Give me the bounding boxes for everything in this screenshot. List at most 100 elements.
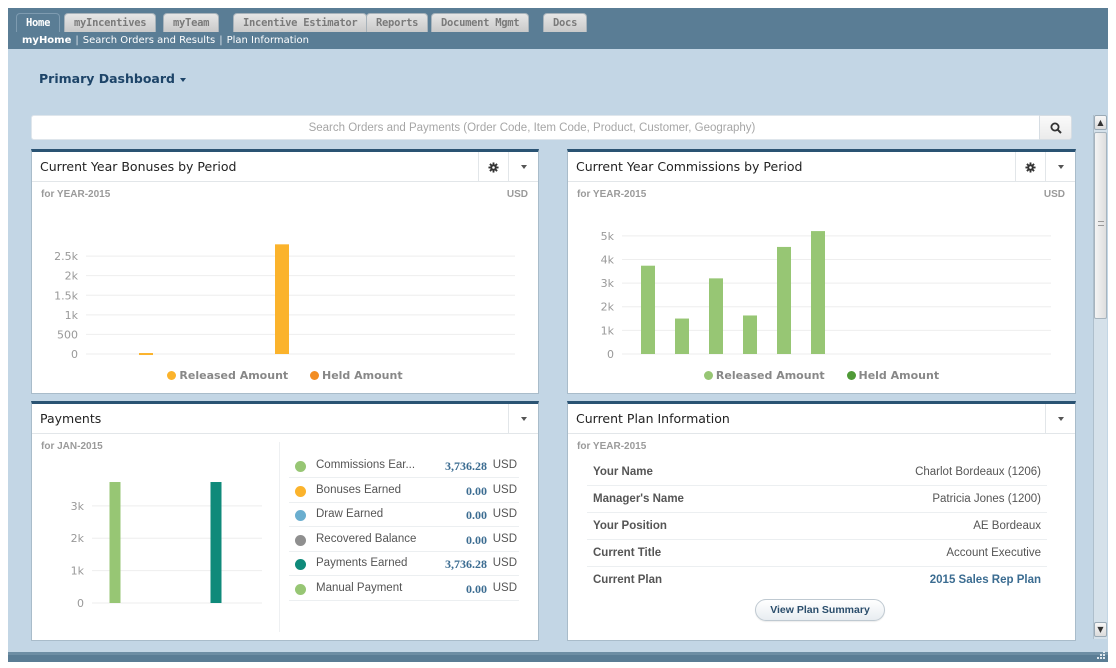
payment-label: Recovered Balance	[316, 532, 417, 545]
view-plan-summary-button[interactable]: View Plan Summary	[755, 599, 885, 621]
bar	[109, 482, 121, 603]
payment-row: Manual Payment 0.00 USD	[289, 577, 519, 601]
dashboard-title: Primary Dashboard	[39, 71, 175, 86]
bonuses-chart: 0 500 1k 1.5k 2k 2.5k	[54, 244, 515, 361]
search-button[interactable]	[1039, 115, 1072, 140]
scroll-up-button[interactable]: ▲	[1094, 115, 1107, 130]
payment-row: Recovered Balance 0.00 USD	[289, 528, 519, 552]
legend-label: Held Amount	[858, 369, 940, 382]
legend-item-held[interactable]: Held Amount	[310, 369, 403, 382]
plan-field-label: Current Title	[593, 547, 662, 559]
y-tick-label: 3k	[71, 500, 85, 513]
plan-link[interactable]: 2015 Sales Rep Plan	[930, 574, 1041, 586]
legend-item-released[interactable]: Released Amount	[703, 369, 825, 382]
dashboard-selector[interactable]: Primary Dashboard	[39, 71, 186, 86]
y-tick-label: 1k	[601, 324, 615, 337]
y-tick-label: 1k	[65, 309, 79, 322]
plan-field-value: AE Bordeaux	[973, 520, 1041, 532]
legend-dot	[310, 371, 319, 380]
plan-field-value: Charlot Bordeaux (1206)	[915, 466, 1041, 478]
payment-row: Draw Earned 0.00 USD	[289, 503, 519, 527]
plan-row: Your Name Charlot Bordeaux (1206)	[587, 459, 1047, 486]
plan-field-value: Patricia Jones (1200)	[932, 493, 1041, 505]
tab-docs[interactable]: Docs	[543, 13, 588, 32]
resize-grip-icon[interactable]	[1096, 650, 1106, 660]
bar	[777, 246, 791, 354]
dashboard-content: Primary Dashboard ▲ ▼ Current Year Bonus…	[8, 49, 1108, 655]
payment-currency: USD	[492, 532, 517, 545]
bar	[675, 318, 689, 354]
status-dot	[295, 510, 306, 521]
legend-item-held[interactable]: Held Amount	[846, 369, 940, 382]
chevron-down-icon	[179, 77, 186, 82]
tab-incentive-estimator[interactable]: Incentive Estimator	[233, 13, 368, 32]
y-tick-label: 0	[607, 348, 614, 361]
legend-dot	[846, 371, 856, 380]
payment-amount: 3,736.28	[445, 459, 487, 473]
search-icon	[1050, 122, 1062, 134]
panel-menu-button[interactable]	[508, 404, 538, 434]
payment-label: Payments Earned	[316, 557, 408, 569]
payment-amount: 0.00	[466, 508, 487, 522]
scroll-down-button[interactable]: ▼	[1094, 622, 1107, 637]
main-tab-bar: Home myIncentives myTeam Incentive Estim…	[8, 8, 1108, 32]
y-tick-label: 2k	[71, 532, 85, 545]
y-tick-label: 500	[57, 328, 78, 341]
bar	[743, 315, 757, 354]
bar	[709, 278, 723, 354]
bar	[641, 265, 655, 354]
status-dot	[295, 461, 306, 472]
status-dot	[295, 559, 306, 570]
payment-row: Payments Earned 3,736.28 USD	[289, 552, 519, 576]
payments-panel: Payments for JAN-2015 0 1k 2k 3k Commission…	[31, 401, 539, 641]
status-dot	[295, 485, 306, 497]
payment-amount: 0.00	[466, 483, 487, 498]
tab-myincentives[interactable]: myIncentives	[64, 13, 157, 32]
plan-row: Your Position AE Bordeaux	[587, 513, 1047, 540]
legend-dot	[167, 371, 177, 380]
status-dot	[295, 534, 306, 546]
bar	[139, 353, 153, 356]
commissions-panel: Current Year Commissions by Period for Y…	[567, 149, 1076, 394]
y-tick-label: 0	[71, 348, 78, 361]
panel-header: Current Plan Information	[568, 404, 1075, 434]
grip-icon	[1098, 221, 1104, 226]
tab-home[interactable]: Home	[16, 13, 61, 32]
panel-menu-button[interactable]	[1045, 404, 1075, 434]
vertical-scrollbar[interactable]: ▲ ▼	[1093, 115, 1107, 639]
bar	[210, 482, 222, 603]
payment-amount: 3,736.28	[445, 557, 487, 571]
tab-document-mgmt[interactable]: Document Mgmt	[431, 13, 530, 32]
payment-amount: 0.00	[466, 532, 487, 547]
subnav-plan-information[interactable]: Plan Information	[227, 35, 309, 46]
tab-myteam[interactable]: myTeam	[163, 13, 220, 32]
plan-info-panel: Current Plan Information for YEAR-2015 Y…	[567, 401, 1076, 641]
panel-title: Current Plan Information	[576, 411, 730, 426]
legend-item-released[interactable]: Released Amount	[167, 369, 288, 382]
plan-field-value: Account Executive	[946, 547, 1041, 559]
plan-row: Current Title Account Executive	[587, 540, 1047, 567]
subnav-separator: |	[219, 35, 223, 46]
scrollbar-thumb[interactable]	[1094, 132, 1107, 319]
payments-chart: 0 1k 2k 3k	[71, 482, 262, 610]
subnav-search-orders[interactable]: Search Orders and Results	[83, 35, 215, 46]
bar	[275, 244, 289, 354]
payment-row: Commissions Ear... 3,736.28 USD	[289, 454, 519, 478]
plan-row: Manager's Name Patricia Jones (1200)	[587, 486, 1047, 513]
payment-label: Draw Earned	[316, 508, 384, 520]
tab-reports[interactable]: Reports	[366, 13, 429, 32]
plan-field-label: Manager's Name	[593, 493, 684, 505]
divider	[279, 442, 280, 632]
search-input[interactable]	[32, 116, 1032, 140]
legend-dot	[703, 371, 713, 380]
y-tick-label: 1k	[71, 565, 85, 578]
chevron-down-icon	[1057, 417, 1064, 421]
chart-legend: Released Amount Held Amount	[568, 369, 1075, 382]
payment-label: Bonuses Earned	[316, 483, 402, 496]
y-tick-label: 4k	[601, 253, 615, 266]
subnav-separator: |	[75, 35, 79, 46]
y-tick-label: 3k	[601, 277, 615, 290]
period-label: for YEAR-2015	[577, 441, 647, 452]
plan-row: Current Plan 2015 Sales Rep Plan	[587, 567, 1047, 594]
subnav-myhome[interactable]: myHome	[22, 35, 71, 46]
